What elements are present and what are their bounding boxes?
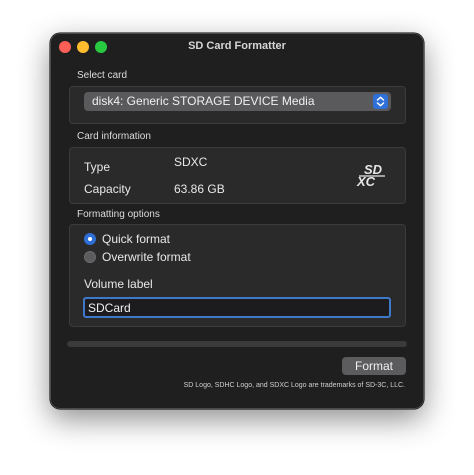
window-title: SD Card Formatter: [188, 40, 286, 52]
quick-format-label: Quick format: [102, 232, 171, 246]
card-select-popup[interactable]: disk4: Generic STORAGE DEVICE Media: [84, 92, 391, 111]
volume-label-input[interactable]: [83, 297, 391, 318]
sdxc-logo-icon: SD XC: [356, 162, 385, 188]
format-button[interactable]: Format: [342, 357, 406, 375]
chevron-up-down-icon: [373, 94, 388, 109]
radio-unselected-icon[interactable]: [84, 251, 96, 263]
volume-label-caption: Volume label: [84, 277, 153, 291]
capacity-key: Capacity: [84, 182, 131, 196]
type-value: SDXC: [174, 155, 208, 169]
capacity-value: 63.86 GB: [174, 182, 225, 196]
card-information-group: Type SDXC Capacity 63.86 GB SD XC: [69, 147, 406, 204]
select-card-group: disk4: Generic STORAGE DEVICE Media: [69, 86, 406, 124]
trademark-notice: SD Logo, SDHC Logo, and SDXC Logo are tr…: [183, 382, 405, 389]
formatting-options-label: Formatting options: [77, 209, 160, 220]
card-information-label: Card information: [77, 131, 151, 142]
formatting-options-group: Quick format Overwrite format Volume lab…: [69, 224, 406, 327]
type-key: Type: [84, 160, 111, 174]
card-select-value: disk4: Generic STORAGE DEVICE Media: [92, 94, 315, 108]
title-bar[interactable]: SD Card Formatter: [51, 34, 423, 60]
overwrite-format-label: Overwrite format: [102, 250, 191, 264]
radio-selected-icon[interactable]: [84, 233, 96, 245]
app-window: SD Card Formatter Select card disk4: Gen…: [50, 33, 424, 409]
select-card-label: Select card: [77, 70, 128, 81]
format-progress-bar: [67, 341, 407, 347]
